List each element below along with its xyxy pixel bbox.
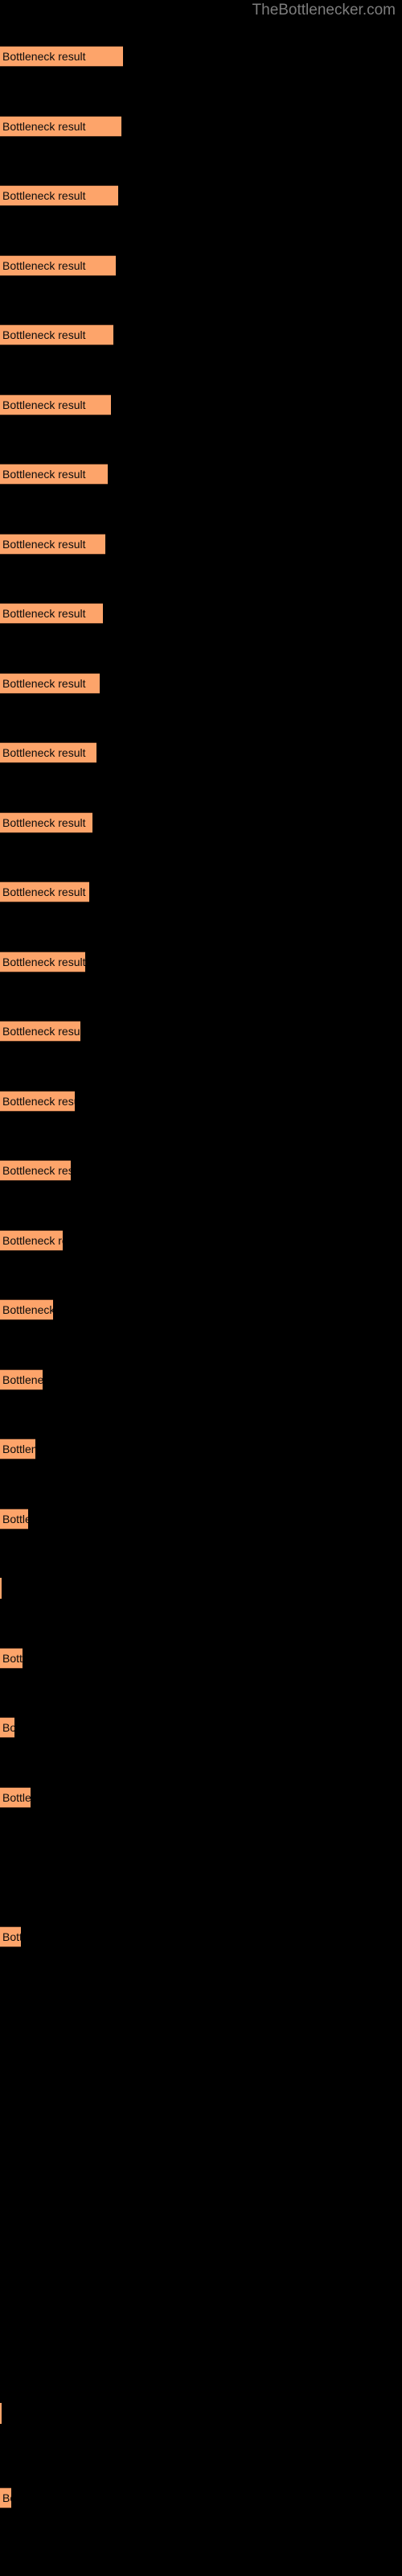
bar-label: Bottleneck result (2, 886, 86, 898)
bar[interactable]: Bottleneck result (0, 603, 103, 624)
bar-label: Bottleneck result (2, 1373, 43, 1386)
bar-label: Bottleneck result (2, 50, 86, 63)
bar[interactable]: Bottleneck result (0, 324, 113, 345)
bar[interactable]: Bottleneck result (0, 673, 100, 694)
bar[interactable]: Bottleneck result (0, 1160, 71, 1181)
bar[interactable]: Bottleneck result (0, 952, 85, 972)
bar-label: Bottleneck result (2, 1025, 80, 1038)
bar-label: Bottleneck result (2, 1513, 28, 1525)
bar[interactable]: Bottleneck result (0, 534, 105, 555)
bar[interactable]: Bottleneck result (0, 1787, 31, 1808)
bar-label: Bottleneck result (2, 1652, 23, 1665)
bar[interactable]: Bottleneck result (0, 255, 116, 276)
bar-label: Bottleneck result (2, 607, 86, 620)
bar[interactable]: Bottleneck result (0, 1926, 21, 1947)
bar[interactable]: Bottleneck result (0, 185, 118, 206)
bar[interactable]: Bottleneck result (0, 1299, 53, 1320)
bar-label: Bottleneck result (2, 816, 86, 829)
bar[interactable]: Bottleneck result (0, 881, 89, 902)
bar-label: Bottleneck result (2, 2491, 11, 2504)
bar-label: Bottleneck result (2, 1930, 21, 1943)
bar[interactable]: Bottleneck result (0, 394, 111, 415)
bar-label: Bottleneck result (2, 538, 86, 551)
bar-label: Bottleneck result (2, 1303, 53, 1316)
bar-label: Bottleneck result (2, 120, 86, 133)
bar[interactable]: Bottleneck result (0, 1439, 35, 1459)
bottleneck-bar-chart: TheBottlenecker.com Bottleneck result Bot… (0, 0, 402, 2576)
bar[interactable]: Bottleneck result (0, 812, 92, 833)
bar-label: Bottleneck result (2, 468, 86, 481)
bar[interactable]: Bottleneck result (0, 1369, 43, 1390)
bar-label: Bottleneck result (2, 259, 86, 272)
bar-label: Bottleneck result (2, 956, 85, 968)
bar[interactable]: Bottleneck result (0, 2487, 11, 2508)
bar-label: Bottleneck result (2, 1095, 75, 1108)
bar[interactable]: Bottleneck result (0, 1021, 80, 1042)
bar-label: Bottleneck result (2, 189, 86, 202)
bar[interactable]: Bottleneck result (0, 1091, 75, 1112)
bar[interactable]: Bottleneck result (0, 742, 96, 763)
bar[interactable]: Bottleneck result (0, 464, 108, 485)
bar-label: Bottleneck result (2, 1234, 63, 1247)
bar-label: Bottleneck result (2, 398, 86, 411)
bar[interactable]: Bottleneck result (0, 1648, 23, 1669)
bar-label: Bottleneck result (2, 328, 86, 341)
bar-label: Bottleneck result (2, 1443, 35, 1455)
bar-label: Bottleneck result (2, 1721, 14, 1734)
bar-label: Bottleneck result (2, 1791, 31, 1804)
bar[interactable]: Bottleneck result (0, 1230, 63, 1251)
bar[interactable]: Bottleneck result (0, 1717, 14, 1738)
bar-label: Bottleneck result (2, 1164, 71, 1177)
bar[interactable]: Bottleneck result (0, 46, 123, 67)
bar-label: Bottleneck result (2, 746, 86, 759)
bar[interactable]: Bottleneck result (0, 2403, 2, 2424)
plot-area: Bottleneck result Bottleneck result Bottle… (0, 0, 402, 2576)
bar[interactable]: Bottleneck result (0, 1509, 28, 1530)
bar-label: Bottleneck result (2, 677, 86, 690)
bar[interactable]: Bottleneck result (0, 116, 121, 137)
bar[interactable]: Bottleneck result (0, 1578, 2, 1599)
